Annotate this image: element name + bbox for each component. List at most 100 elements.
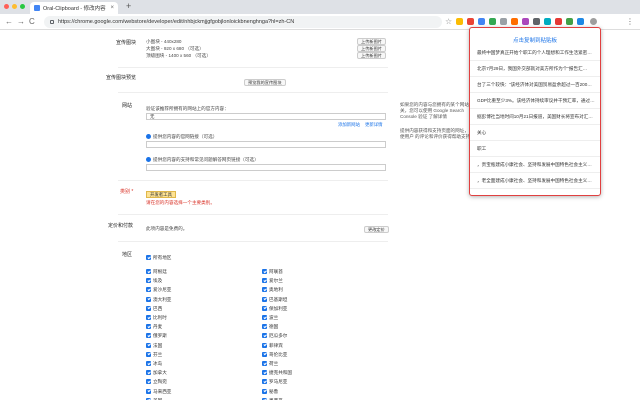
extension-icon[interactable] <box>456 18 463 25</box>
region-checkbox[interactable] <box>262 361 267 366</box>
extension-icon[interactable] <box>467 18 474 25</box>
region-checkbox[interactable] <box>146 305 151 311</box>
region-checkbox[interactable] <box>262 351 267 357</box>
clipboard-item[interactable]: ，老全面建成小康社会、坚持和发展中国特色社会主义… <box>477 178 595 184</box>
category-select[interactable]: 开发者工具 <box>146 191 176 198</box>
website-label: 网站 <box>122 103 133 109</box>
region-label-item: 捷克共和国 <box>269 370 292 376</box>
popup-title[interactable]: 点击复制到粘贴板 <box>470 36 600 44</box>
profile-avatar[interactable] <box>590 18 597 25</box>
divider <box>470 188 600 189</box>
region-checkbox[interactable] <box>262 315 267 320</box>
clipboard-item[interactable]: GDP比重至少3%。该经济体持续审议并干预汇率，通过汇… <box>477 98 595 104</box>
website-select[interactable]: 无 <box>146 113 386 120</box>
region-checkbox[interactable] <box>146 379 151 385</box>
region-checkbox[interactable] <box>262 287 267 293</box>
globe-icon <box>146 134 151 139</box>
region-checkbox[interactable] <box>262 333 267 339</box>
maximize-window-button[interactable] <box>20 4 25 9</box>
region-label-item: 巴基斯坦 <box>269 296 288 302</box>
region-checkbox[interactable] <box>262 370 267 376</box>
back-button[interactable]: ← <box>5 17 13 27</box>
region-checkbox[interactable] <box>262 342 267 348</box>
divider <box>118 214 388 215</box>
region-checkbox[interactable] <box>262 379 267 385</box>
upload-small-button[interactable]: 上传新图片 <box>357 38 386 45</box>
learn-more-link[interactable]: 更新详情 <box>365 122 383 128</box>
extension-icon[interactable] <box>522 18 529 25</box>
preview-button[interactable]: 预览我的宣传图块 <box>244 79 286 86</box>
region-label-item: 荷兰 <box>269 361 279 366</box>
region-checkbox[interactable] <box>146 315 151 320</box>
region-checkbox[interactable] <box>146 388 151 394</box>
region-label-item: 巴西 <box>153 305 163 311</box>
region-checkbox[interactable] <box>262 296 267 302</box>
forward-button[interactable]: → <box>17 17 25 27</box>
region-checkbox[interactable] <box>146 361 151 366</box>
region-checkbox[interactable] <box>146 287 151 293</box>
region-label: 地区 <box>122 252 133 258</box>
close-window-button[interactable] <box>4 4 9 9</box>
region-label-item: 立陶宛 <box>153 379 167 385</box>
region-label-item: 奥地利 <box>269 287 283 293</box>
region-checkbox[interactable] <box>146 278 151 284</box>
divider <box>470 76 600 77</box>
region-checkbox[interactable] <box>146 342 151 348</box>
active-tab[interactable]: Oral-Clipboard - 修改内容 × <box>30 2 118 14</box>
region-label-item: 爱沙尼亚 <box>153 287 172 293</box>
extension-icon[interactable] <box>555 18 562 25</box>
region-label-item: 法国 <box>153 342 163 348</box>
region-checkbox[interactable] <box>262 305 267 311</box>
region-label-item: 波兰 <box>269 315 279 320</box>
region-checkbox[interactable] <box>146 351 151 357</box>
region-checkbox[interactable] <box>262 324 267 330</box>
extension-icon[interactable] <box>544 18 551 25</box>
tab-strip: Oral-Clipboard - 修改内容 × + <box>0 0 640 14</box>
address-bar[interactable]: https://chrome.google.com/webstore/devel… <box>44 16 442 28</box>
all-regions-checkbox[interactable] <box>146 255 151 260</box>
divider <box>470 140 600 141</box>
region-checkbox[interactable] <box>262 388 267 394</box>
extension-icon[interactable] <box>478 18 485 25</box>
clipboard-item[interactable]: 据彭博社当地时间10月21日报道，美国财长将宣布对汇… <box>477 114 595 120</box>
upload-large-button[interactable]: 上传新图片 <box>357 45 386 52</box>
add-site-link[interactable]: 添加新网站 <box>338 122 360 128</box>
region-checkbox[interactable] <box>146 370 151 376</box>
region-label-item: 马来西亚 <box>153 388 172 394</box>
clipboard-item[interactable]: 最终中国梦真正开始个职工的个人理想和工作生活紧密… <box>477 50 595 56</box>
divider <box>470 108 600 109</box>
clipboard-item[interactable]: ，贵宝瓶建成小康社会、坚持和发展中国特色社会主义… <box>477 162 595 168</box>
support-url-input[interactable] <box>146 164 386 171</box>
minimize-window-button[interactable] <box>12 4 17 9</box>
clipboard-item[interactable]: 关心 <box>477 130 595 136</box>
extension-icon[interactable] <box>577 18 584 25</box>
clipboard-popup: 点击复制到粘贴板 最终中国梦真正开始个职工的个人理想和工作生活紧密… 北京7月29… <box>469 27 601 196</box>
change-pricing-button[interactable]: 更改定价 <box>364 226 389 233</box>
new-tab-button[interactable]: + <box>126 1 131 11</box>
official-url-input[interactable] <box>146 141 386 148</box>
upload-marquee-button[interactable]: 上传新图片 <box>357 52 386 59</box>
region-checkbox[interactable] <box>146 269 151 274</box>
lock-icon <box>50 20 54 24</box>
extension-icon[interactable] <box>511 18 518 25</box>
clipboard-item[interactable]: 台了三个较快：“该经济体对美国贸易盈余超过一百200… <box>477 82 595 88</box>
region-checkbox[interactable] <box>262 269 267 274</box>
website-help-text: 如果您的内容与您拥有的某个网站 相关，您可以使用 Google Search C… <box>400 102 475 119</box>
extension-icon[interactable] <box>489 18 496 25</box>
clipboard-item[interactable]: 北京7月29日，我国外交部就对美方所作为个“报告汇… <box>477 66 595 72</box>
region-checkbox[interactable] <box>262 278 267 284</box>
tab-close-icon[interactable]: × <box>110 5 114 11</box>
reload-button[interactable]: C <box>29 17 35 27</box>
region-checkbox[interactable] <box>146 296 151 302</box>
menu-icon[interactable]: ⋮ <box>626 17 634 27</box>
extension-icon[interactable] <box>500 18 507 25</box>
category-label: 类别 * <box>120 189 134 195</box>
region-checkbox[interactable] <box>146 324 151 330</box>
support-help-text: 提供内容获得和支持页面的网址，以便用户 的评论和评价获得帮助支持。 <box>400 128 475 139</box>
bookmark-star-icon[interactable]: ☆ <box>445 17 452 26</box>
region-label-item: 澳大利亚 <box>153 296 172 302</box>
region-checkbox[interactable] <box>146 333 151 339</box>
clipboard-item[interactable]: 职工 <box>477 146 595 152</box>
extension-icon[interactable] <box>566 18 573 25</box>
extension-icon[interactable] <box>533 18 540 25</box>
